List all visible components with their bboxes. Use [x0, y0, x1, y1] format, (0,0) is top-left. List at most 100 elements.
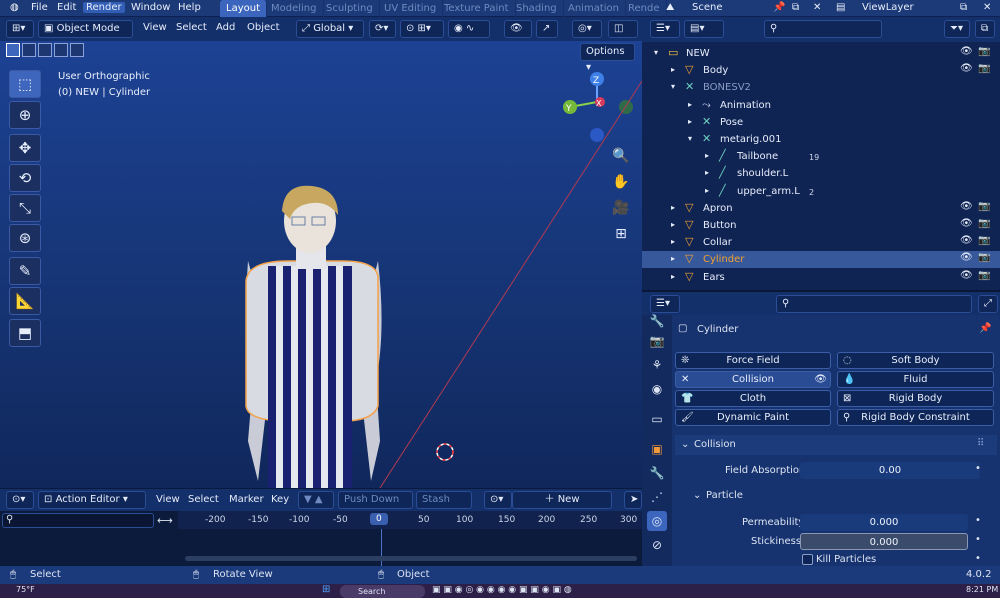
keyframe-dot-icon[interactable]: •: [975, 553, 981, 564]
tab-world-icon[interactable]: ◉: [647, 379, 667, 399]
tab-sculpting[interactable]: Sculpting: [320, 0, 380, 17]
tab-object-icon[interactable]: ▣: [647, 439, 667, 459]
current-frame-indicator[interactable]: 0: [370, 513, 388, 525]
expand-arrow-icon[interactable]: ▸: [705, 168, 709, 177]
expand-arrow-icon[interactable]: ▾: [671, 82, 675, 91]
menu-render[interactable]: Render: [83, 2, 125, 13]
collision-visibility-icon[interactable]: 👁: [814, 372, 827, 387]
display-mode-icon[interactable]: ▤▾: [684, 20, 724, 38]
outliner-search-input[interactable]: ⚲: [764, 20, 882, 38]
viewport-menu-add[interactable]: Add: [216, 22, 235, 33]
xray-icon[interactable]: ◫: [608, 20, 638, 38]
pin-properties-icon[interactable]: ⤢: [978, 295, 998, 313]
clock[interactable]: 8:21 PM: [966, 585, 998, 594]
visibility-eye-icon[interactable]: 👁: [960, 270, 973, 281]
overlay-icon[interactable]: ◎▾: [572, 20, 602, 38]
pivot-icon[interactable]: ⟳▾: [369, 20, 396, 38]
outliner-row[interactable]: ▾ ▭ NEW 👁 📷: [642, 45, 1000, 62]
collision-button[interactable]: ✕ Collision 👁: [675, 371, 831, 388]
drag-handle-icon[interactable]: ⠿: [977, 438, 984, 449]
render-camera-icon[interactable]: 📷: [978, 235, 990, 246]
swap-arrows-icon[interactable]: ⟷: [157, 514, 173, 527]
new-action-button[interactable]: ＋ New: [512, 491, 612, 509]
filter-icon[interactable]: ⏷▾: [944, 20, 970, 38]
kill-particles-checkbox[interactable]: [802, 554, 813, 565]
render-camera-icon[interactable]: 📷: [978, 201, 990, 212]
outliner-editor-type-icon[interactable]: ☰▾: [650, 20, 680, 38]
tab-tool-icon[interactable]: 🔧: [647, 311, 667, 331]
ae-mode-select[interactable]: ⊡ Action Editor ▾: [38, 491, 146, 509]
visibility-eye-icon[interactable]: 👁: [960, 235, 973, 246]
cursor-mode-icon[interactable]: ➤: [624, 491, 642, 509]
pin-icon[interactable]: 📌: [773, 2, 785, 13]
tab-collection-icon[interactable]: ▭: [647, 409, 667, 429]
new-collection-icon[interactable]: ⧉: [975, 20, 995, 38]
outliner-row[interactable]: ▸ ▽ Apron 👁 📷: [642, 200, 1000, 217]
keyframe-dot-icon[interactable]: •: [975, 534, 981, 545]
expand-arrow-icon[interactable]: ▸: [671, 65, 675, 74]
start-icon[interactable]: ⊞: [322, 584, 330, 595]
expand-arrow-icon[interactable]: ▾: [654, 48, 658, 57]
render-camera-icon[interactable]: 📷: [978, 46, 990, 57]
permeability-field[interactable]: 0.000: [800, 514, 968, 531]
menu-window[interactable]: Window: [131, 2, 170, 13]
outliner-row[interactable]: ▸ ▽ Ears 👁 📷: [642, 269, 1000, 286]
channel-search-input[interactable]: ⚲: [2, 513, 154, 528]
cloth-button[interactable]: 👕 Cloth: [675, 390, 831, 407]
tab-shading[interactable]: Shading: [510, 0, 564, 17]
render-camera-icon[interactable]: 📷: [978, 63, 990, 74]
visibility-eye-icon[interactable]: 👁: [960, 63, 973, 74]
particle-panel-header[interactable]: ⌄ Particle: [675, 487, 997, 505]
expand-arrow-icon[interactable]: ▸: [671, 237, 675, 246]
outliner-row[interactable]: ▸ ▽ Collar 👁 📷: [642, 234, 1000, 251]
outliner-row[interactable]: ▾ ✕ BONESV2: [642, 79, 1000, 96]
visibility-eye-icon[interactable]: 👁: [960, 252, 973, 263]
force-field-button[interactable]: ❊ Force Field: [675, 352, 831, 369]
visibility-icon[interactable]: 👁▾: [504, 20, 532, 50]
outliner-row[interactable]: ▾ ✕ metarig.001: [642, 131, 1000, 148]
tab-particles-icon[interactable]: ⋰: [647, 487, 667, 507]
fluid-button[interactable]: 💧 Fluid: [837, 371, 994, 388]
ae-menu-key[interactable]: Key: [271, 494, 289, 505]
ae-menu-marker[interactable]: Marker: [229, 494, 264, 505]
mode-select[interactable]: ▣ Object Mode ▾: [38, 20, 133, 50]
close-icon[interactable]: ✕: [813, 2, 821, 13]
new-view-layer-icon[interactable]: ⧉: [960, 2, 967, 13]
timeline-area[interactable]: ⚲ ⟷ -200 -150 -100 -50 0 50 100 150 200 …: [0, 511, 642, 566]
keyframe-dot-icon[interactable]: •: [975, 515, 981, 526]
expand-arrow-icon[interactable]: ▸: [671, 254, 675, 263]
tab-constraints-icon[interactable]: ⊘: [647, 535, 667, 555]
layer-arrows-icon[interactable]: ▼ ▲: [298, 491, 334, 509]
blender-logo-icon[interactable]: ◍: [10, 2, 19, 13]
viewport-menu-view[interactable]: View: [143, 22, 167, 33]
stickiness-field[interactable]: 0.000: [800, 533, 968, 550]
snap-icon[interactable]: ⊙ ⊞▾: [400, 20, 444, 38]
expand-arrow-icon[interactable]: ▸: [705, 186, 709, 195]
rigid-body-button[interactable]: ⊠ Rigid Body: [837, 390, 994, 407]
menu-file[interactable]: File: [31, 2, 48, 13]
keyframe-dot-icon[interactable]: •: [975, 463, 981, 474]
new-scene-icon[interactable]: ⧉: [792, 2, 799, 13]
character-model[interactable]: [228, 181, 398, 488]
outliner-row[interactable]: ▸ ✕ Pose: [642, 114, 1000, 131]
expand-arrow-icon[interactable]: ▸: [688, 117, 692, 126]
close-view-layer-icon[interactable]: ✕: [983, 2, 991, 13]
tab-physics-icon[interactable]: ◎: [647, 511, 667, 531]
tab-animation[interactable]: Animation: [562, 0, 626, 17]
horizontal-scrollbar[interactable]: [185, 556, 637, 561]
expand-arrow-icon[interactable]: ▸: [671, 220, 675, 229]
outliner-row[interactable]: ▸ ▽ Button 👁 📷: [642, 217, 1000, 234]
properties-search-input[interactable]: ⚲: [776, 295, 972, 313]
tab-modifier-icon[interactable]: 🔧: [647, 463, 667, 483]
visibility-eye-icon[interactable]: 👁: [960, 218, 973, 229]
transform-orientation[interactable]: ⤢ Global ▾: [296, 20, 364, 38]
weather-widget[interactable]: 75°F: [16, 585, 35, 594]
outliner-row[interactable]: ▸ ▽ Body 👁 📷: [642, 62, 1000, 79]
viewport-menu-object[interactable]: Object: [247, 22, 280, 33]
pin-icon[interactable]: 📌: [979, 323, 991, 334]
viewport-menu-select[interactable]: Select: [176, 22, 207, 33]
tab-modeling[interactable]: Modeling: [265, 0, 324, 17]
action-browse-icon[interactable]: ⊙▾: [484, 491, 512, 509]
outliner[interactable]: ▾ ▭ NEW 👁 📷 ▸ ▽ Body 👁 📷 ▾ ✕ BONESV2 ▸ ⤳ Animation ▸ ✕ Pos…: [642, 42, 1000, 290]
expand-arrow-icon[interactable]: ▸: [671, 272, 675, 281]
